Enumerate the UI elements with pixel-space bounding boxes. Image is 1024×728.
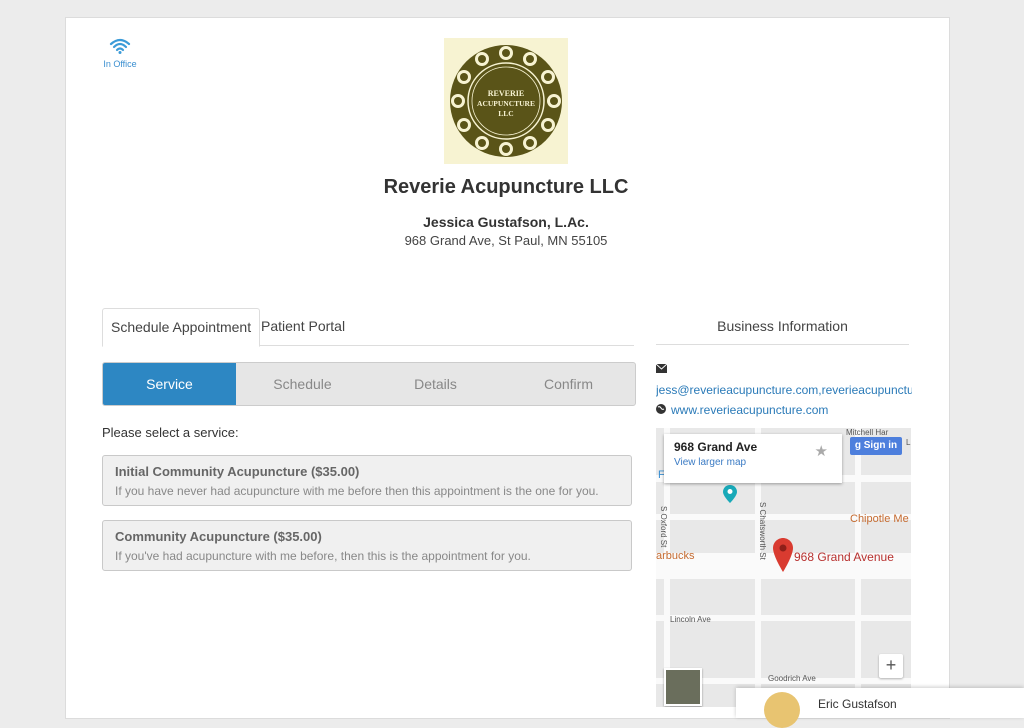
satellite-toggle[interactable] [664, 668, 702, 706]
main-tabs: Schedule Appointment Patient Portal [102, 308, 634, 347]
map-poi-chipotle: Chipotle Me [850, 513, 909, 525]
street-oxford: S Oxford St [659, 506, 668, 548]
step-schedule[interactable]: Schedule [236, 363, 369, 405]
street-goodrich: Goodrich Ave [768, 674, 816, 683]
business-logo: REVERIE ACUPUNCTURE LLC [444, 38, 568, 164]
business-address: 968 Grand Ave, St Paul, MN 55105 [404, 233, 608, 248]
view-larger-map-link[interactable]: View larger map [674, 457, 832, 468]
google-signin-button[interactable]: g Sign in [850, 437, 902, 455]
street-chatsworth: S Chatsworth St [758, 502, 767, 560]
booking-steps: Service Schedule Details Confirm [102, 362, 636, 406]
business-website-link[interactable]: www.reverieacupuncture.com [671, 403, 828, 417]
chat-widget[interactable]: Eric Gustafson [736, 688, 1024, 728]
service-description: If you have never had acupuncture with m… [115, 484, 599, 498]
business-info-heading: Business Information [656, 310, 909, 345]
business-email-link[interactable]: jess@reverieacupuncture.com,reverieacupu… [656, 383, 912, 397]
zoom-in-button[interactable]: + [879, 654, 903, 678]
business-name: Reverie Acupuncture LLC [383, 176, 629, 198]
logo-line-1: REVERIE [488, 89, 524, 98]
service-description: If you've had acupuncture with me before… [115, 549, 531, 563]
globe-icon [656, 404, 666, 414]
step-confirm[interactable]: Confirm [502, 363, 635, 405]
step-details[interactable]: Details [369, 363, 502, 405]
step-service[interactable]: Service [103, 363, 236, 405]
service-option-initial[interactable]: Initial Community Acupuncture ($35.00) I… [102, 455, 632, 506]
avatar [764, 692, 800, 728]
signin-label: Sign in [863, 440, 898, 451]
wifi-icon [109, 38, 131, 54]
status-label: In Office [103, 59, 137, 69]
location-marker-icon [773, 538, 793, 572]
service-title: Initial Community Acupuncture ($35.00) [115, 464, 360, 479]
google-plus-icon: g [854, 440, 861, 451]
star-icon[interactable]: ★ [815, 442, 828, 460]
map-card-title: 968 Grand Ave [674, 440, 758, 454]
logo-line-3: LLC [498, 109, 513, 118]
street-lincoln: Lincoln Ave [670, 615, 711, 624]
tab-patient-portal[interactable]: Patient Portal [253, 308, 353, 344]
marker-label: 968 Grand Avenue [794, 550, 894, 564]
map-poi-starbucks: arbucks [656, 550, 695, 562]
service-title: Community Acupuncture ($35.00) [115, 529, 322, 544]
service-option-community[interactable]: Community Acupuncture ($35.00) If you've… [102, 520, 632, 571]
logo-line-2: ACUPUNCTURE [477, 99, 535, 108]
practitioner-name: Jessica Gustafson, L.Ac. [423, 214, 589, 230]
envelope-icon [656, 364, 667, 373]
tab-schedule-appointment[interactable]: Schedule Appointment [102, 308, 261, 347]
map-info-card: 968 Grand Ave View larger map ★ [664, 434, 842, 483]
chat-agent-name: Eric Gustafson [818, 697, 897, 711]
map-pin-icon [723, 485, 737, 503]
map-poi-mitchell: Mitchell Har [846, 428, 889, 437]
location-map[interactable]: Mitchell Har L F Chipotle Me arbucks S O… [656, 428, 911, 707]
map-poi-l: L [906, 438, 911, 447]
status-indicator: In Office [102, 38, 138, 69]
service-prompt: Please select a service: [102, 425, 239, 440]
